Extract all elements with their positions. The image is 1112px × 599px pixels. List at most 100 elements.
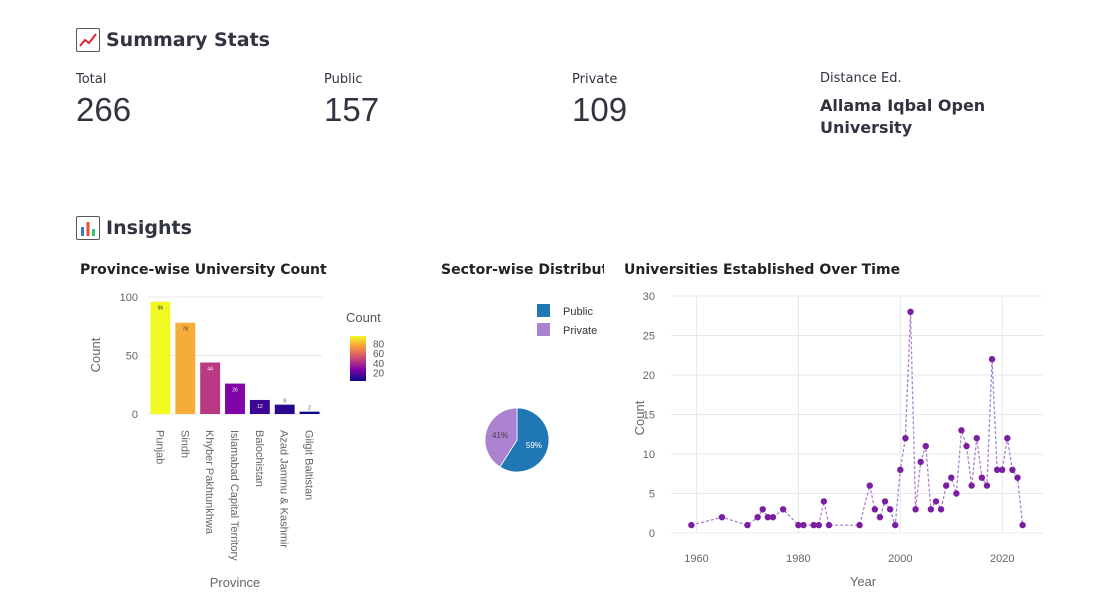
x-tick-label: Punjab <box>153 430 165 464</box>
metric-label: Distance Ed. <box>820 71 902 86</box>
colorbar-tick-label: 40 <box>373 359 385 370</box>
x-tick-label: Islamabad Capital Territory <box>228 430 240 561</box>
y-tick-label: 50 <box>126 351 138 363</box>
data-point[interactable] <box>769 514 777 521</box>
bar-data-label: 8 <box>283 399 286 405</box>
legend-label: Public <box>563 306 593 318</box>
data-point[interactable] <box>963 442 970 450</box>
data-point[interactable] <box>1009 466 1016 473</box>
data-point[interactable] <box>953 490 960 497</box>
data-point[interactable] <box>912 506 919 513</box>
data-point[interactable] <box>958 427 965 434</box>
data-point[interactable] <box>688 521 695 529</box>
line-ylabel: Count <box>632 400 647 435</box>
data-point[interactable] <box>937 506 945 513</box>
data-point[interactable] <box>825 521 833 529</box>
line-xlabel: Year <box>850 574 877 589</box>
data-point[interactable] <box>1004 435 1011 442</box>
x-tick-label: Gilgit Baltistan <box>303 430 315 500</box>
data-point[interactable] <box>932 498 940 505</box>
summary-section-title: Summary Stats <box>76 28 270 52</box>
data-point[interactable] <box>897 466 904 473</box>
legend-swatch <box>537 323 550 336</box>
line-chart-title: Universities Established Over Time <box>624 262 901 278</box>
insights-title-text: Insights <box>106 217 192 239</box>
metric-public: Public 157 <box>324 72 379 129</box>
data-point[interactable] <box>1019 521 1026 529</box>
data-point[interactable] <box>856 521 863 529</box>
data-point[interactable] <box>754 514 761 521</box>
data-point[interactable] <box>983 482 991 489</box>
data-point[interactable] <box>999 466 1006 473</box>
data-point[interactable] <box>988 356 996 363</box>
y-tick-label: 10 <box>643 449 655 461</box>
y-tick-label: 0 <box>649 528 655 540</box>
colorbar <box>350 336 366 381</box>
data-point[interactable] <box>759 506 766 513</box>
pie-chart-title: Sector-wise Distributio <box>441 262 604 278</box>
data-point[interactable] <box>892 521 899 529</box>
data-point[interactable] <box>779 506 787 513</box>
x-tick-label: 2020 <box>990 553 1014 565</box>
x-tick-label: Sindh <box>178 430 190 458</box>
chart-increasing-icon <box>76 28 100 52</box>
metric-private: Private 109 <box>572 72 627 129</box>
bar[interactable] <box>274 404 295 414</box>
x-tick-label: Balochistan <box>253 430 265 487</box>
data-point[interactable] <box>718 514 726 521</box>
data-point[interactable] <box>1014 474 1021 481</box>
data-point[interactable] <box>881 498 889 505</box>
y-tick-label: 5 <box>649 489 655 501</box>
data-point[interactable] <box>800 521 807 529</box>
y-tick-label: 0 <box>132 409 138 421</box>
colorbar-tick-label: 20 <box>373 368 385 379</box>
bar-data-label: 78 <box>183 327 189 333</box>
legend-label: Private <box>563 325 597 337</box>
bar[interactable] <box>150 301 171 414</box>
y-tick-label: 100 <box>120 292 138 304</box>
pie-slice-label: 59% <box>526 441 542 450</box>
data-point[interactable] <box>927 506 935 513</box>
colorbar-tick-label: 60 <box>373 349 385 360</box>
metric-label: Public <box>324 72 363 87</box>
x-tick-label: 1960 <box>684 553 708 565</box>
data-point[interactable] <box>968 482 975 489</box>
x-tick-label: Azad Jammu & Kashmir <box>278 430 290 548</box>
y-tick-label: 25 <box>643 331 655 343</box>
pie-slice-label: 41% <box>492 431 508 440</box>
data-point[interactable] <box>902 435 909 442</box>
bar-ylabel: Count <box>88 337 103 372</box>
metric-value: 266 <box>76 91 132 128</box>
data-point[interactable] <box>744 521 751 529</box>
metric-value: 157 <box>324 91 380 128</box>
metric-label: Total <box>76 72 107 87</box>
y-tick-label: 20 <box>643 370 655 382</box>
y-tick-label: 30 <box>643 291 655 303</box>
data-point[interactable] <box>942 482 950 489</box>
metric-distance-ed: Distance Ed. Allama Iqbal Open Universit… <box>820 71 1020 139</box>
x-tick-label: 2000 <box>888 553 912 565</box>
data-point[interactable] <box>948 474 955 481</box>
data-point[interactable] <box>922 442 929 450</box>
insights-section-title: Insights <box>76 216 192 240</box>
established-line-chart: 051015202530 1960 1980 2000 2020 Count Year <box>632 291 1043 589</box>
data-point[interactable] <box>917 458 924 466</box>
bar-data-label: 96 <box>158 306 164 312</box>
bar[interactable] <box>299 411 320 414</box>
data-point[interactable] <box>886 506 894 513</box>
data-point[interactable] <box>973 435 980 442</box>
data-point[interactable] <box>820 498 828 505</box>
colorbar-tick-label: 80 <box>373 340 385 351</box>
data-point[interactable] <box>907 308 914 315</box>
bar-data-label: 26 <box>232 388 238 394</box>
data-point[interactable] <box>866 482 873 489</box>
x-tick-label: Khyber Pakhtunkhwa <box>203 430 215 535</box>
data-point[interactable] <box>876 514 884 521</box>
x-tick-label: 1980 <box>786 553 810 565</box>
data-point[interactable] <box>978 474 986 481</box>
data-point[interactable] <box>815 521 822 529</box>
data-point[interactable] <box>871 506 879 513</box>
bar[interactable] <box>175 322 196 414</box>
bar-chart-icon <box>76 216 100 240</box>
legend-swatch <box>537 304 550 317</box>
